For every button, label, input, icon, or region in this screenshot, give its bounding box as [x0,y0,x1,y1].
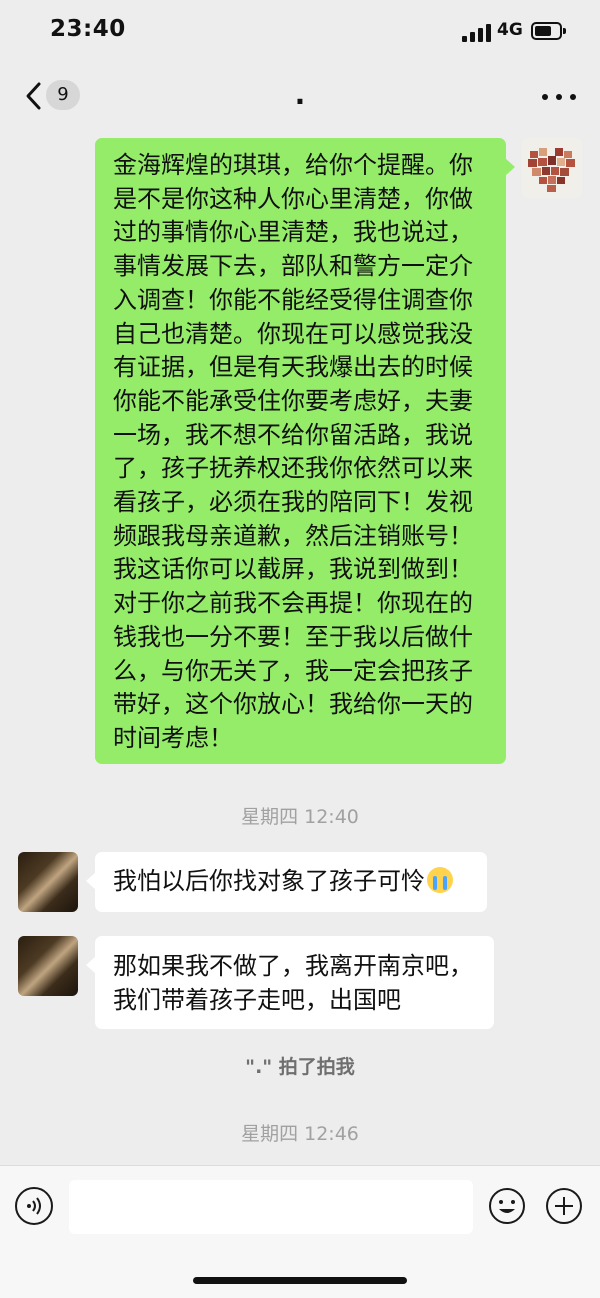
timestamp: 星期四 12:40 [241,806,359,828]
message-line: 带好，这个你放心！我给你一天的 [113,690,473,719]
message-line: 那如果我不做了，我离开南京吧， [113,952,473,980]
message-line: 一场，我不想不给你留活路，我说 [113,420,473,449]
my-avatar[interactable] [522,138,582,198]
status-time: 23:40 [50,16,126,42]
message-bubble-other[interactable]: 我怕以后你找对象了孩子可怜 [86,852,487,912]
contact-avatar[interactable] [18,852,78,912]
message-line: 看孩子，必须在我的陪同下！发视 [113,488,473,517]
signal-icon [462,22,492,42]
crying-face-icon [427,867,453,893]
more-options-button[interactable] [542,94,576,102]
message-line: 我这话你可以截屏，我说到做到！ [113,555,473,584]
message-line: 我们带着孩子走吧，出国吧 [113,985,401,1014]
message-input[interactable] [69,1180,473,1234]
message-line: 时间考虑！ [113,723,233,752]
message-line: 我怕以后你找对象了孩子可怜 [113,867,425,895]
message-line: 你能不能承受住你要考虑好，夫妻 [113,386,473,415]
plus-icon [546,1188,582,1224]
message-line: 自己也清楚。你现在可以感觉我没 [113,319,473,348]
message-bubble-other[interactable]: 那如果我不做了，我离开南京吧， 我们带着孩子走吧，出国吧 [86,936,494,1029]
message-line: 事情发展下去，部队和警方一定介 [113,252,473,281]
message-line: 金海辉煌的琪琪，给你个提醒。你 [113,151,473,179]
message-line: 钱我也一分不要！至于我以后做什 [113,622,473,651]
message-line: 有证据，但是有天我爆出去的时候 [113,353,473,382]
chat-title: . [294,78,306,111]
message-line: 了，孩子抚养权还我你依然可以来 [113,454,473,483]
message-line: 频跟我母亲道歉，然后注销账号！ [113,521,473,550]
voice-icon [27,1197,41,1215]
timestamp: 星期四 12:46 [241,1123,359,1145]
heart-collage-icon [528,148,575,192]
message-line: 过的事情你心里清楚，我也说过， [113,218,473,247]
contact-avatar[interactable] [18,936,78,996]
message-line: 么，与你无关了，我一定会把孩子 [113,656,473,685]
pat-notice: "." 拍了拍我 [245,1056,355,1078]
message-line: 对于你之前我不会再提！你现在的 [113,589,473,618]
voice-input-button[interactable] [15,1187,53,1225]
message-line: 是不是你这种人你心里清楚，你做 [113,184,473,213]
home-indicator[interactable] [193,1277,407,1284]
battery-icon [531,22,566,40]
more-functions-button[interactable] [545,1187,583,1225]
network-type: 4G [497,20,523,40]
message-line: 入调查！你能不能经受得住调查你 [113,285,473,314]
status-bar: 23:40 4G [0,0,600,64]
emoji-button[interactable] [488,1187,526,1225]
smiley-icon [489,1188,525,1224]
message-bubble-self[interactable]: 金海辉煌的琪琪，给你个提醒。你 是不是你这种人你心里清楚，你做 过的事情你心里清… [95,138,515,764]
